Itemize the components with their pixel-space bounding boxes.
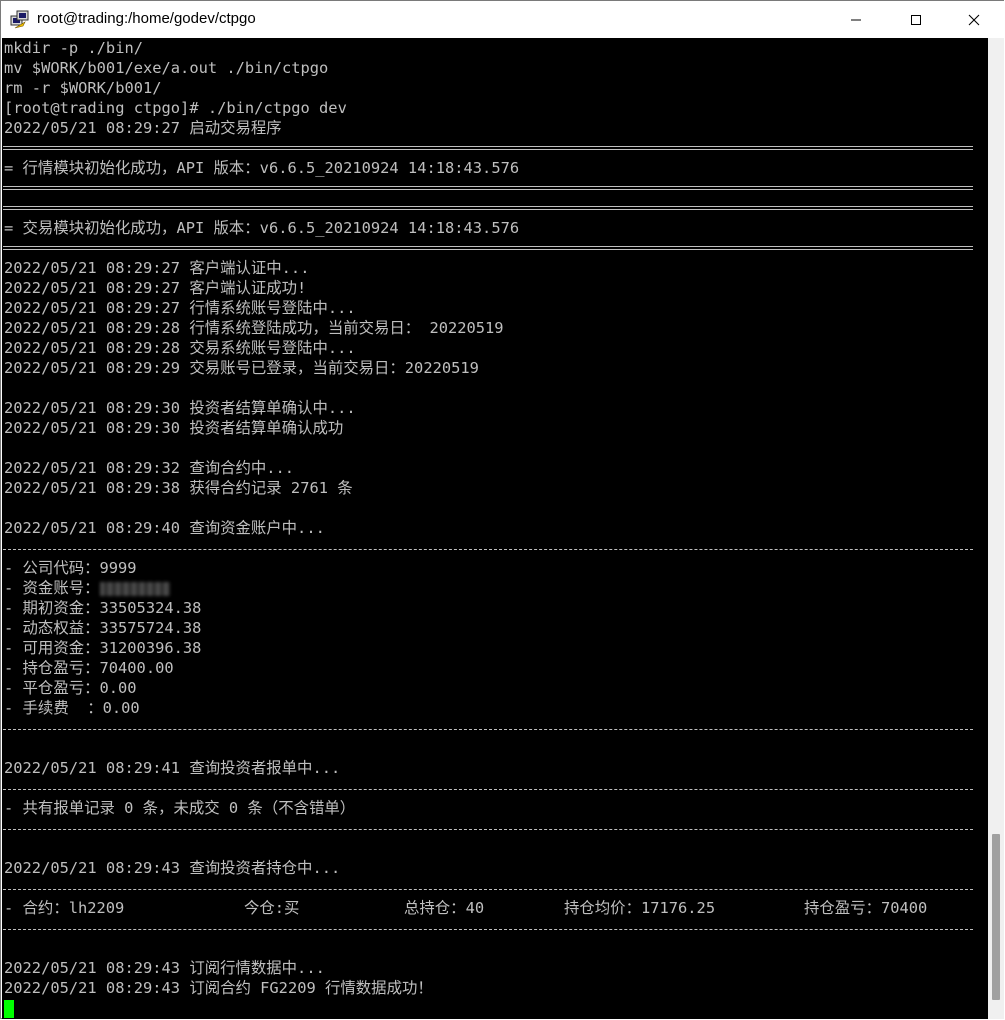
maximize-button[interactable] [886,1,946,38]
terminal-line: 2022/05/21 08:29:40 查询资金账户中... [4,519,325,537]
terminal-output[interactable]: mkdir -p ./bin/ mv $WORK/b001/exe/a.out … [2,38,988,1019]
position-today: 今仓:买 [244,899,300,917]
terminal-line: 2022/05/21 08:29:43 订阅行情数据中... [4,959,325,977]
terminal-line: = 行情模块初始化成功，API 版本：v6.6.5_20210924 14:18… [4,159,520,177]
terminal-line: 2022/05/21 08:29:43 查询投资者持仓中... [4,859,341,877]
position-contract: - 合约：lh2209 [4,899,125,917]
terminal-line: 2022/05/21 08:29:43 订阅合约 FG2209 行情数据成功！ [4,979,433,997]
double-separator [3,246,973,250]
text-cursor [4,1000,14,1018]
dashed-separator [3,829,973,830]
account-position-pnl: - 持仓盈亏：70400.00 [4,659,174,677]
dashed-separator [3,549,973,550]
putty-terminal-icon[interactable] [10,10,30,30]
scrollbar-thumb[interactable] [992,834,1000,1000]
terminal-line: mkdir -p ./bin/ [4,39,143,57]
close-button[interactable] [944,1,1004,38]
double-separator [3,186,973,190]
minimize-button[interactable] [826,1,886,38]
account-opening-funds: - 期初资金：33505324.38 [4,599,202,617]
terminal-line: 2022/05/21 08:29:28 交易系统账号登陆中... [4,339,356,357]
vertical-scrollbar[interactable] [988,38,1004,1019]
terminal-line: 2022/05/21 08:29:29 交易账号已登录，当前交易日：202205… [4,359,479,377]
terminal-line: mv $WORK/b001/exe/a.out ./bin/ctpgo [4,59,329,77]
maximize-icon [911,14,921,25]
terminal-line: 2022/05/21 08:29:30 投资者结算单确认成功 [4,419,344,437]
account-dynamic-equity: - 动态权益：33575724.38 [4,619,202,637]
account-commission: - 手续费 ：0.00 [4,699,140,717]
terminal-line: 2022/05/21 08:29:32 查询合约中... [4,459,295,477]
terminal-line: 2022/05/21 08:29:27 行情系统账号登陆中... [4,299,356,317]
window-title: root@trading:/home/godev/ctpgo [37,10,256,27]
terminal-line: rm -r $WORK/b001/ [4,79,162,97]
dashed-separator [3,889,973,890]
account-available-funds: - 可用资金：31200396.38 [4,639,202,657]
title-bar[interactable]: root@trading:/home/godev/ctpgo [1,1,1004,38]
redacted-account-number [99,581,170,596]
terminal-line: = 交易模块初始化成功，API 版本：v6.6.5_20210924 14:18… [4,219,520,237]
terminal-line: 2022/05/21 08:29:41 查询投资者报单中... [4,759,341,777]
close-icon [968,14,980,25]
terminal-line: 2022/05/21 08:29:28 行情系统登陆成功，当前交易日： 2022… [4,319,504,337]
account-closing-pnl: - 平仓盈亏：0.00 [4,679,137,697]
dashed-separator [3,929,973,930]
account-number: - 资金账号： [4,578,170,598]
order-summary: - 共有报单记录 0 条，未成交 0 条（不含错单） [4,799,356,817]
account-company-code: - 公司代码：9999 [4,559,137,577]
terminal-window: root@trading:/home/godev/ctpgo mkdir -p … [0,0,1004,1019]
double-separator [3,206,973,210]
terminal-line: 2022/05/21 08:29:27 客户端认证成功! [4,279,307,297]
terminal-line: 2022/05/21 08:29:27 启动交易程序 [4,119,282,137]
terminal-line: 2022/05/21 08:29:27 客户端认证中... [4,259,310,277]
dashed-separator [3,729,973,730]
terminal-line: [root@trading ctpgo]# ./bin/ctpgo dev [4,99,347,117]
position-pnl: 持仓盈亏：70400 [804,899,928,917]
terminal-line: 2022/05/21 08:29:30 投资者结算单确认中... [4,399,356,417]
position-total: 总持仓：40 [404,899,485,917]
terminal-line: 2022/05/21 08:29:38 获得合约记录 2761 条 [4,479,353,497]
double-separator [3,146,973,150]
minimize-icon [851,19,861,20]
position-avg-price: 持仓均价：17176.25 [564,899,716,917]
dashed-separator [3,789,973,790]
